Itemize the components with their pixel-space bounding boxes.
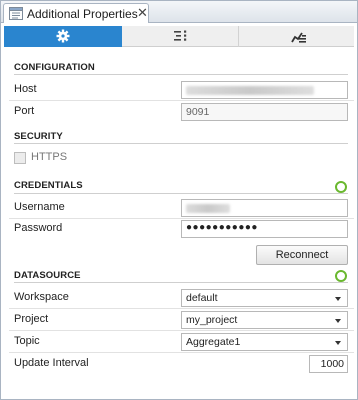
additional-properties-panel: Additional Properties ✕ CONFIGURATION Ho…	[0, 0, 358, 400]
tab-title: Additional Properties	[27, 7, 138, 21]
settings-tab-button[interactable]	[4, 26, 122, 47]
credentials-status-icon	[335, 181, 347, 193]
host-field[interactable]	[181, 81, 348, 99]
host-label: Host	[14, 83, 37, 95]
password-label: Password	[14, 222, 63, 234]
https-checkbox[interactable]	[14, 152, 26, 164]
workspace-dropdown[interactable]: default	[181, 289, 348, 307]
row-divider	[9, 352, 354, 353]
credentials-header: CREDENTIALS	[14, 180, 83, 191]
additional-properties-tab[interactable]: Additional Properties ✕	[3, 3, 149, 23]
view-mode-toolbar	[4, 26, 354, 47]
datasource-status-icon	[335, 270, 347, 282]
datasource-header: DATASOURCE	[14, 270, 81, 281]
credentials-divider	[14, 193, 348, 194]
datasource-divider	[14, 282, 348, 283]
list-tab-button[interactable]	[122, 26, 238, 47]
topic-label: Topic	[14, 335, 40, 347]
password-field[interactable]: ●●●●●●●●●●●	[181, 220, 348, 238]
configuration-divider	[14, 74, 348, 75]
security-header: SECURITY	[14, 131, 63, 142]
gear-icon	[56, 29, 70, 43]
list-icon	[174, 30, 187, 41]
https-label: HTTPS	[31, 151, 68, 163]
username-label: Username	[14, 201, 65, 213]
row-divider	[9, 330, 354, 331]
chevron-down-icon	[335, 297, 341, 301]
project-value: my_project	[186, 314, 238, 326]
panel-title-bar: Additional Properties ✕	[1, 1, 357, 23]
update-interval-field[interactable]: 1000	[309, 355, 348, 373]
redacted-host-value	[186, 86, 314, 95]
workspace-label: Workspace	[14, 291, 69, 303]
chart-tab-button[interactable]	[238, 26, 354, 47]
security-divider	[14, 143, 348, 144]
workspace-value: default	[186, 292, 218, 304]
row-divider	[9, 100, 354, 101]
chart-icon	[291, 32, 306, 43]
redacted-username-value	[186, 204, 230, 213]
properties-icon	[9, 7, 23, 20]
port-field[interactable]: 9091	[181, 103, 348, 121]
close-icon[interactable]: ✕	[137, 5, 148, 21]
project-dropdown[interactable]: my_project	[181, 311, 348, 329]
reconnect-button[interactable]: Reconnect	[256, 245, 348, 265]
row-divider	[9, 218, 354, 219]
update-interval-label: Update Interval	[14, 357, 89, 369]
port-label: Port	[14, 105, 35, 117]
project-label: Project	[14, 313, 49, 325]
username-field[interactable]	[181, 199, 348, 217]
chevron-down-icon	[335, 341, 341, 345]
topic-dropdown[interactable]: Aggregate1	[181, 333, 348, 351]
topic-value: Aggregate1	[186, 336, 241, 348]
configuration-header: CONFIGURATION	[14, 62, 95, 73]
row-divider	[9, 308, 354, 309]
chevron-down-icon	[335, 319, 341, 323]
